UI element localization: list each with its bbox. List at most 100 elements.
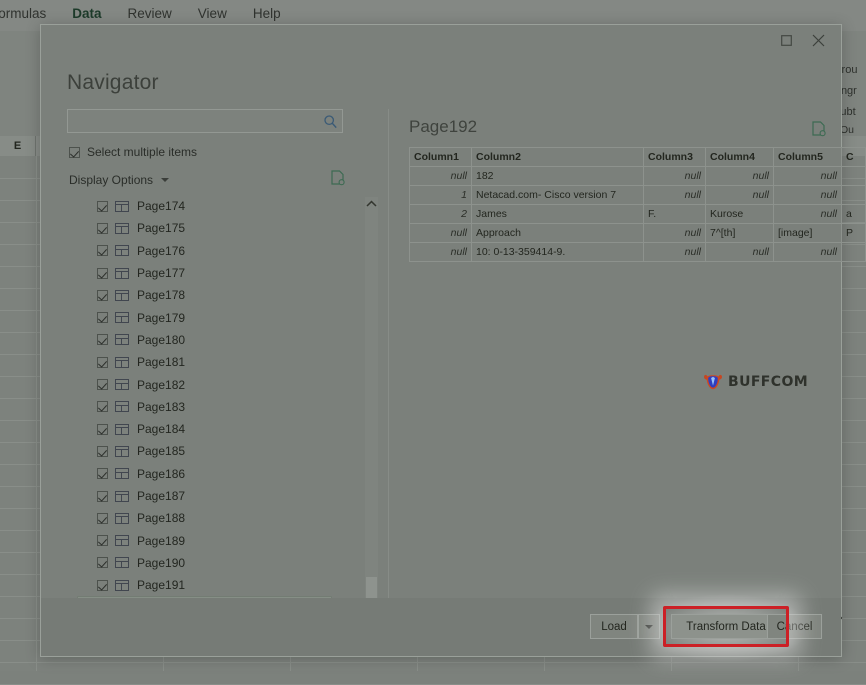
page-item-label: Page187 — [137, 489, 186, 503]
refresh-page-icon[interactable] — [812, 121, 826, 142]
page-list-item[interactable]: Page183 — [77, 396, 345, 418]
table-column-header[interactable]: Column3 — [643, 147, 706, 167]
page-item-checkbox[interactable] — [97, 379, 108, 391]
ribbon-tab-help[interactable]: Help — [253, 6, 281, 25]
page-list[interactable]: Page174 Page175 Page176 Page177 Page178 Page1… — [77, 195, 345, 619]
page-list-item[interactable]: Page175 — [77, 217, 345, 239]
page-item-checkbox[interactable] — [97, 468, 108, 480]
page-title: Navigator — [67, 71, 159, 94]
table-icon — [115, 423, 129, 435]
table-cell: 7^[th] — [705, 223, 774, 243]
grid-column-header-e[interactable]: E — [0, 136, 36, 156]
table-column-header[interactable]: Column1 — [409, 147, 472, 167]
page-item-label: Page175 — [137, 221, 186, 236]
page-list-item[interactable]: Page184 — [77, 418, 345, 440]
page-list-item[interactable]: Page190 — [77, 552, 345, 574]
page-item-checkbox[interactable] — [97, 423, 108, 435]
display-options-label: Display Options — [69, 173, 154, 187]
select-multiple-items-row[interactable]: Select multiple items — [69, 145, 197, 159]
table-cell: null — [643, 242, 706, 262]
scrollbar-thumb[interactable] — [366, 577, 377, 599]
page-item-checkbox[interactable] — [97, 312, 108, 324]
page-item-checkbox[interactable] — [97, 334, 108, 346]
preview-title: Page192 — [409, 117, 478, 136]
page-list-item[interactable]: Page185 — [77, 440, 345, 462]
page-item-checkbox[interactable] — [97, 579, 108, 591]
ribbon-tab-view[interactable]: View — [198, 6, 227, 25]
page-list-scrollbar[interactable] — [365, 197, 378, 621]
table-row: null 10: 0-13-359414-9. null null null — [409, 242, 866, 262]
page-list-item[interactable]: Page177 — [77, 262, 345, 284]
page-item-checkbox[interactable] — [97, 512, 108, 524]
page-list-item[interactable]: Page176 — [77, 240, 345, 262]
table-column-header[interactable]: Column2 — [471, 147, 644, 167]
table-cell: null — [773, 166, 842, 186]
ribbon-tab-review[interactable]: Review — [128, 6, 172, 25]
maximize-icon[interactable] — [771, 27, 801, 53]
page-list-item[interactable]: Page186 — [77, 463, 345, 485]
page-item-label: Page183 — [137, 399, 186, 414]
close-icon[interactable] — [803, 27, 833, 53]
search-input[interactable] — [68, 109, 318, 133]
select-multiple-items-label: Select multiple items — [87, 145, 198, 159]
table-cell — [841, 166, 866, 186]
page-item-checkbox[interactable] — [97, 222, 108, 234]
table-row: 1 Netacad.com- Cisco version 7 null null nul… — [409, 185, 866, 205]
refresh-page-icon[interactable] — [331, 170, 345, 191]
display-options-row[interactable]: Display Options — [69, 170, 345, 191]
table-icon — [115, 379, 129, 391]
page-list-item[interactable]: Page189 — [77, 529, 345, 551]
page-list-item[interactable]: Page188 — [77, 507, 345, 529]
navigator-dialog: Navigator Select multiple items Display … — [40, 24, 866, 664]
page-list-item[interactable]: Page181 — [77, 351, 345, 373]
highlight-annotation — [663, 606, 789, 647]
table-cell: 1 — [409, 185, 472, 205]
page-item-label: Page178 — [137, 288, 186, 303]
load-button[interactable]: Load — [590, 614, 638, 639]
table-header-row: Column1 Column2 Column3 Column4 Column5 C — [409, 147, 866, 167]
select-multiple-items-checkbox[interactable] — [69, 146, 80, 158]
table-cell: F. — [643, 204, 706, 224]
page-item-checkbox[interactable] — [97, 245, 108, 257]
page-item-checkbox[interactable] — [97, 200, 108, 212]
page-list-item[interactable]: Page178 — [77, 284, 345, 306]
pane-divider — [388, 109, 389, 621]
page-list-item[interactable]: Page187 — [77, 485, 345, 507]
page-item-checkbox[interactable] — [97, 289, 108, 301]
table-cell: null — [643, 166, 706, 186]
table-cell: 2 — [409, 204, 472, 224]
preview-table[interactable]: Column1 Column2 Column3 Column4 Column5 C nul… — [409, 147, 866, 262]
search-box[interactable] — [67, 109, 343, 133]
scroll-up-icon[interactable] — [365, 197, 378, 211]
table-icon — [115, 557, 129, 569]
page-item-checkbox[interactable] — [97, 557, 108, 569]
page-item-checkbox[interactable] — [97, 490, 108, 502]
table-cell: null — [409, 223, 472, 243]
chevron-down-icon[interactable] — [161, 178, 170, 182]
load-dropdown-button[interactable] — [638, 614, 660, 639]
ribbon-tab-data[interactable]: Data — [72, 6, 102, 26]
dialog-title-bar[interactable] — [41, 25, 841, 57]
page-item-checkbox[interactable] — [97, 356, 108, 368]
watermark-text: BUFFCOM — [728, 374, 809, 390]
table-column-header[interactable]: Column5 — [773, 147, 842, 167]
page-item-label: Page180 — [137, 332, 186, 347]
table-icon — [115, 289, 129, 301]
table-cell: [image] — [773, 223, 842, 243]
page-list-item[interactable]: Page191 — [77, 574, 345, 596]
search-icon[interactable] — [318, 110, 342, 132]
page-list-item[interactable]: Page174 — [77, 195, 345, 217]
page-item-checkbox[interactable] — [97, 401, 108, 413]
page-list-item[interactable]: Page179 — [77, 306, 345, 328]
table-column-header[interactable]: C — [841, 147, 866, 167]
grid-row[interactable] — [0, 662, 866, 685]
page-item-checkbox[interactable] — [97, 267, 108, 279]
page-list-item[interactable]: Page182 — [77, 373, 345, 395]
table-icon — [115, 200, 129, 212]
page-item-checkbox[interactable] — [97, 445, 108, 457]
page-item-label: Page189 — [137, 533, 186, 548]
page-item-checkbox[interactable] — [97, 535, 108, 547]
table-column-header[interactable]: Column4 — [705, 147, 774, 167]
page-list-item[interactable]: Page180 — [77, 329, 345, 351]
ribbon-tab-formulas[interactable]: Formulas — [0, 6, 46, 25]
